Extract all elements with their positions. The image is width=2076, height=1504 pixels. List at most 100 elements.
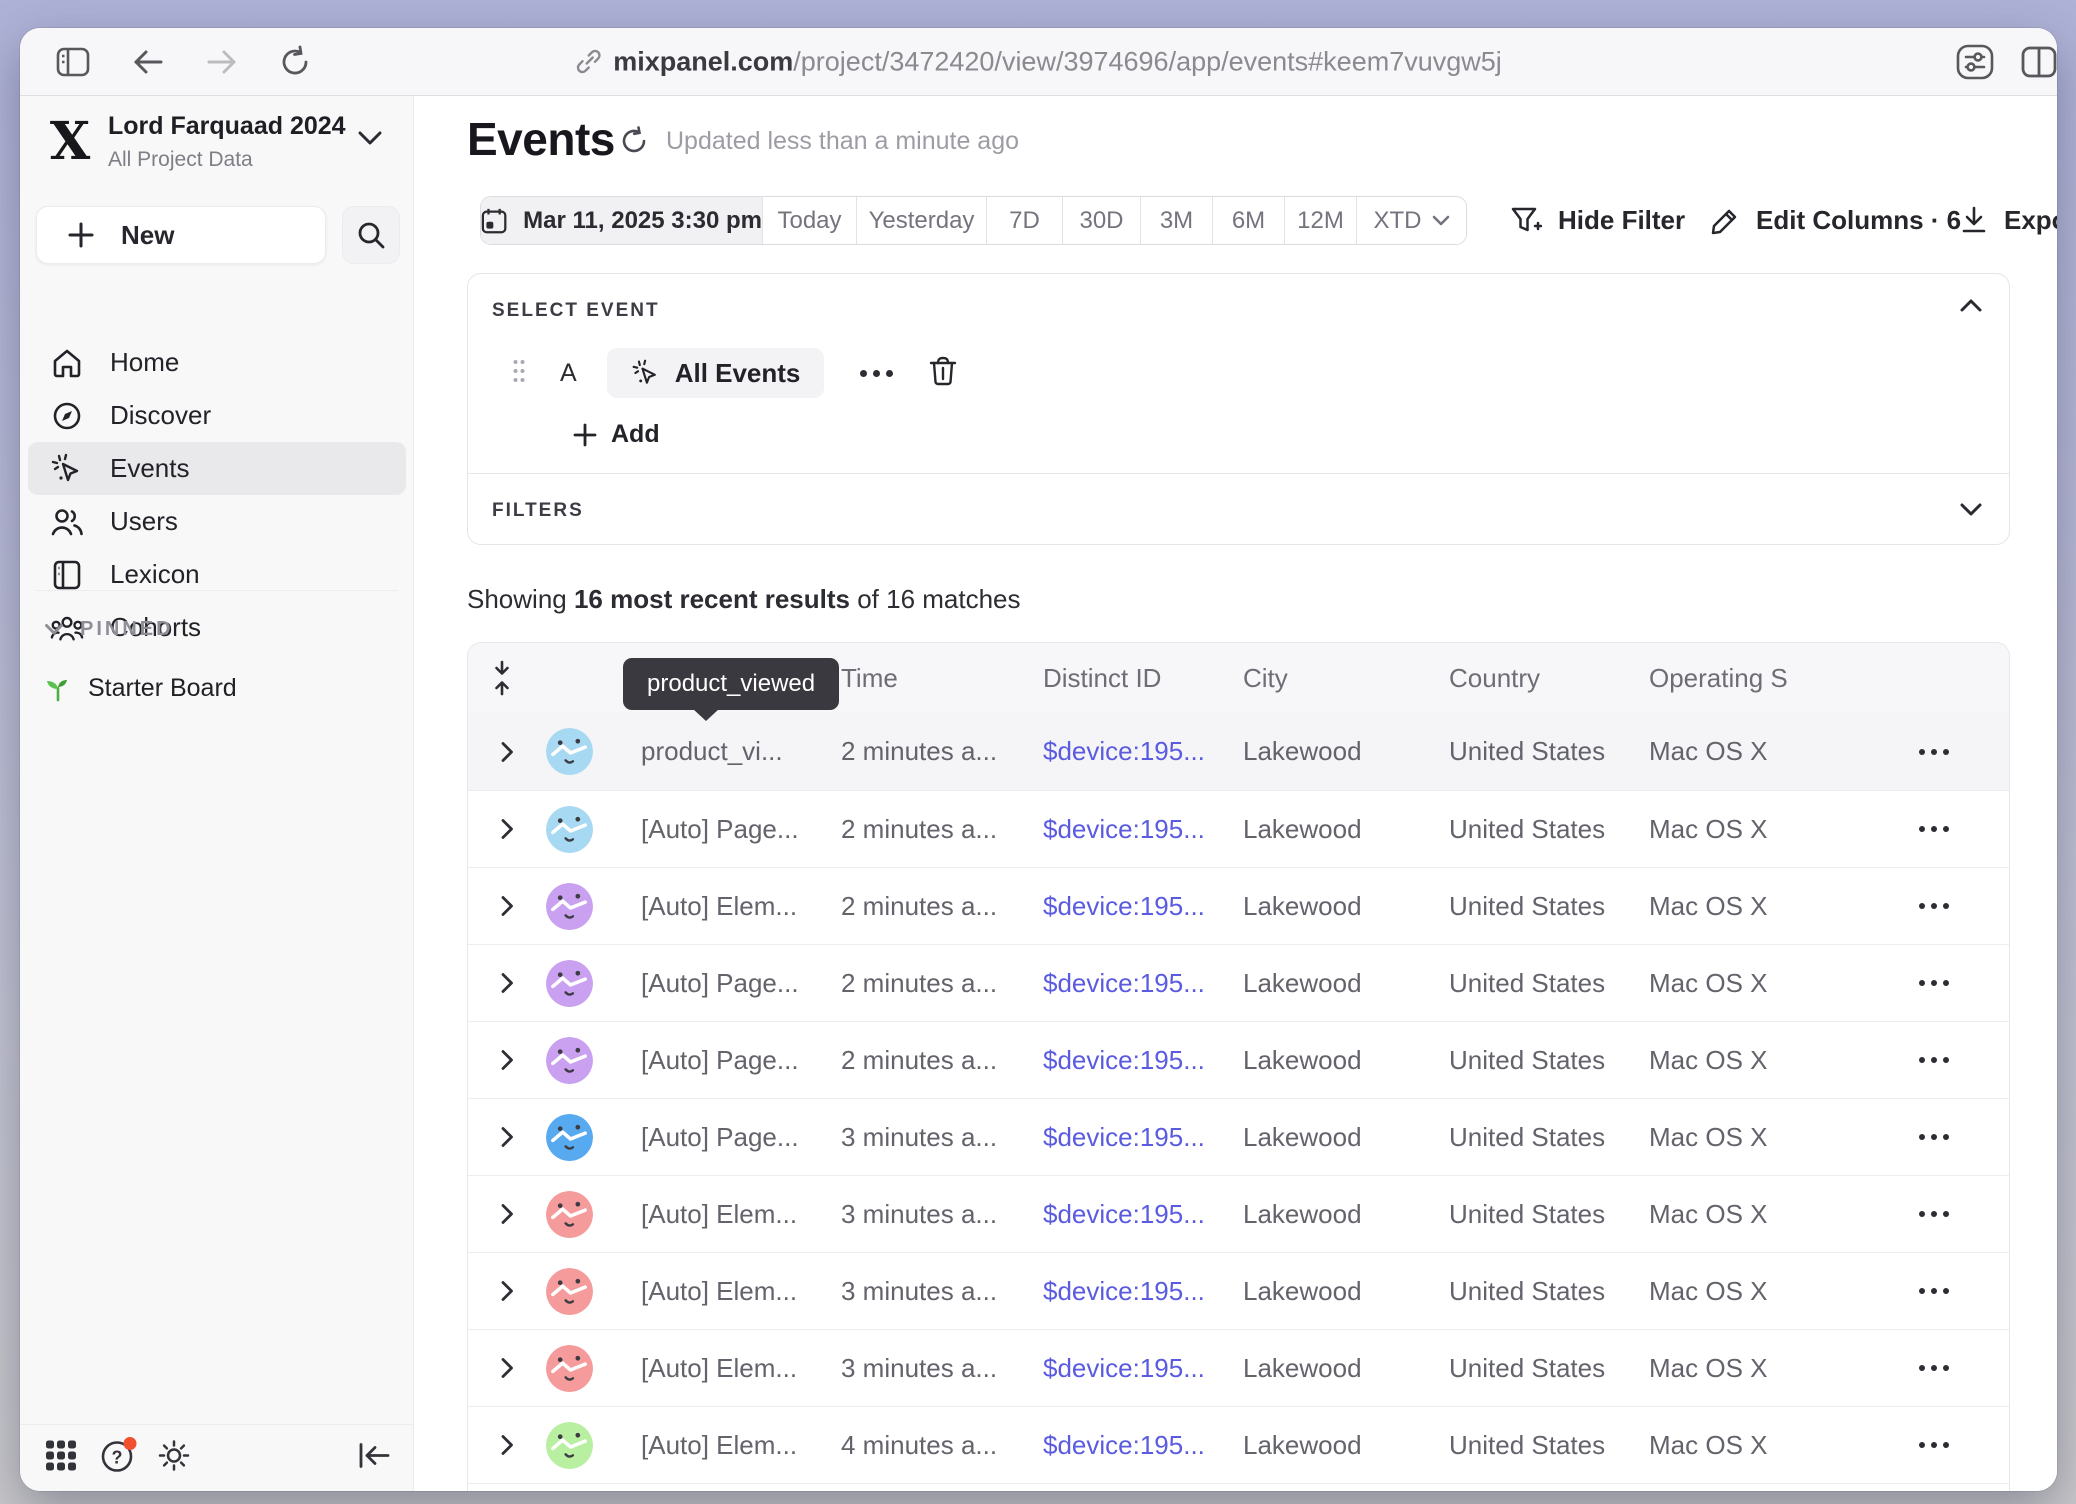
edit-columns-button[interactable]: Edit Columns · 6 xyxy=(1710,196,1961,245)
column-city[interactable]: City xyxy=(1243,663,1449,694)
row-more-options-icon[interactable] xyxy=(1919,826,1949,832)
distinct-id-link[interactable]: $device:195... xyxy=(1043,1122,1243,1153)
sidebar-item-lexicon[interactable]: Lexicon xyxy=(28,548,406,601)
select-event-label: SELECT EVENT xyxy=(492,300,660,322)
table-row[interactable]: [Auto] Elem... 3 minutes a... $device:19… xyxy=(468,1329,2009,1406)
distinct-id-link[interactable]: $device:195... xyxy=(1043,968,1243,999)
event-avatar-icon xyxy=(546,806,593,853)
row-more-options-icon[interactable] xyxy=(1919,749,1949,755)
row-expand-button[interactable] xyxy=(468,895,546,917)
expand-section-icon[interactable] xyxy=(1959,502,1983,522)
refresh-icon[interactable] xyxy=(619,126,649,161)
search-button[interactable] xyxy=(342,206,400,264)
page-settings-icon[interactable] xyxy=(1955,43,1995,81)
distinct-id-link[interactable]: $device:195... xyxy=(1043,736,1243,767)
reload-icon[interactable] xyxy=(278,45,312,79)
time-cell: 3 minutes a... xyxy=(841,1199,1043,1230)
add-label: Add xyxy=(611,420,660,449)
chevron-right-icon xyxy=(500,1434,514,1456)
apps-grid-icon[interactable] xyxy=(44,1439,78,1478)
export-button[interactable]: Export xyxy=(1960,196,2057,245)
row-more-options-icon[interactable] xyxy=(1919,1057,1949,1063)
row-expand-button[interactable] xyxy=(468,1357,546,1379)
distinct-id-link[interactable]: $device:195... xyxy=(1043,1045,1243,1076)
new-button[interactable]: New xyxy=(36,206,326,264)
project-switcher[interactable]: X Lord Farquaad 2024 All Project Data xyxy=(20,96,413,192)
split-view-icon[interactable] xyxy=(2020,45,2057,79)
time-cell: 3 minutes a... xyxy=(841,1122,1043,1153)
range-7d[interactable]: 7D xyxy=(987,197,1063,244)
table-row[interactable]: [Auto] Elem... 4 minutes a... $device:19… xyxy=(468,1483,2009,1491)
range-xtd-dropdown[interactable]: XTD xyxy=(1357,197,1466,244)
range-30d[interactable]: 30D xyxy=(1063,197,1141,244)
back-icon[interactable] xyxy=(132,48,164,76)
table-row[interactable]: [Auto] Page... 2 minutes a... $device:19… xyxy=(468,790,2009,867)
event-more-options-icon[interactable] xyxy=(860,370,893,377)
table-row[interactable]: [Auto] Page... 2 minutes a... $device:19… xyxy=(468,944,2009,1021)
row-more-options-icon[interactable] xyxy=(1919,980,1949,986)
row-expand-button[interactable] xyxy=(468,1434,546,1456)
add-event-button[interactable]: Add xyxy=(573,420,660,449)
row-expand-button[interactable] xyxy=(468,741,546,763)
row-more-options-icon[interactable] xyxy=(1919,1288,1949,1294)
browser-sidebar-toggle-icon[interactable] xyxy=(56,47,90,77)
column-time[interactable]: Time xyxy=(841,663,1043,694)
range-12m[interactable]: 12M xyxy=(1285,197,1357,244)
table-row[interactable]: [Auto] Page... 2 minutes a... $device:19… xyxy=(468,1021,2009,1098)
gear-icon[interactable] xyxy=(156,1438,192,1479)
results-summary: Showing 16 most recent results of 16 mat… xyxy=(467,584,1021,615)
range-6m[interactable]: 6M xyxy=(1213,197,1285,244)
sidebar-item-events[interactable]: Events xyxy=(28,442,406,495)
url-bar[interactable]: mixpanel.com/project/3472420/view/397469… xyxy=(575,46,1502,77)
download-icon xyxy=(1960,206,1988,236)
distinct-id-link[interactable]: $device:195... xyxy=(1043,1276,1243,1307)
table-row[interactable]: [Auto] Page... 3 minutes a... $device:19… xyxy=(468,1098,2009,1175)
range-3m[interactable]: 3M xyxy=(1141,197,1213,244)
trash-icon[interactable] xyxy=(929,356,957,391)
column-country[interactable]: Country xyxy=(1449,663,1649,694)
distinct-id-link[interactable]: $device:195... xyxy=(1043,1430,1243,1461)
os-cell: Mac OS X xyxy=(1649,1430,1859,1461)
distinct-id-link[interactable]: $device:195... xyxy=(1043,1353,1243,1384)
collapse-sidebar-icon[interactable] xyxy=(357,1442,391,1475)
table-row[interactable]: [Auto] Elem... 2 minutes a... $device:19… xyxy=(468,867,2009,944)
row-more-options-icon[interactable] xyxy=(1919,1134,1949,1140)
hide-filter-button[interactable]: Hide Filter xyxy=(1510,196,1685,245)
row-more-options-icon[interactable] xyxy=(1919,1211,1949,1217)
row-expand-button[interactable] xyxy=(468,1126,546,1148)
table-row[interactable]: [Auto] Elem... 4 minutes a... $device:19… xyxy=(468,1406,2009,1483)
event-select-button[interactable]: All Events xyxy=(607,348,825,398)
sidebar-item-home[interactable]: Home xyxy=(28,336,406,389)
browser-toolbar: mixpanel.com/project/3472420/view/397469… xyxy=(20,28,2057,96)
column-os[interactable]: Operating S xyxy=(1649,663,1859,694)
row-expand-button[interactable] xyxy=(468,1203,546,1225)
row-expand-button[interactable] xyxy=(468,1280,546,1302)
row-more-options-icon[interactable] xyxy=(1919,1442,1949,1448)
table-row[interactable]: [Auto] Elem... 3 minutes a... $device:19… xyxy=(468,1175,2009,1252)
range-today[interactable]: Today xyxy=(763,197,857,244)
sidebar-item-discover[interactable]: Discover xyxy=(28,389,406,442)
drag-handle-icon[interactable] xyxy=(512,358,526,389)
row-expand-button[interactable] xyxy=(468,818,546,840)
mixpanel-logo: X xyxy=(44,114,96,170)
distinct-id-link[interactable]: $device:195... xyxy=(1043,814,1243,845)
range-yesterday[interactable]: Yesterday xyxy=(857,197,987,244)
pinned-section-toggle[interactable]: PINNED xyxy=(44,618,174,641)
row-more-options-icon[interactable] xyxy=(1919,903,1949,909)
help-icon[interactable]: ? xyxy=(100,1437,140,1480)
table-row[interactable]: [Auto] Elem... 3 minutes a... $device:19… xyxy=(468,1252,2009,1329)
distinct-id-link[interactable]: $device:195... xyxy=(1043,1199,1243,1230)
column-distinct-id[interactable]: Distinct ID xyxy=(1043,663,1243,694)
forward-icon[interactable] xyxy=(206,48,238,76)
collapse-rows-icon[interactable] xyxy=(468,660,546,696)
row-more-options-icon[interactable] xyxy=(1919,1365,1949,1371)
distinct-id-link[interactable]: $device:195... xyxy=(1043,891,1243,922)
row-expand-button[interactable] xyxy=(468,1049,546,1071)
date-picker-button[interactable]: Mar 11, 2025 3:30 pm xyxy=(481,197,763,244)
collapse-section-icon[interactable] xyxy=(1959,298,1983,318)
sidebar-item-users[interactable]: Users xyxy=(28,495,406,548)
row-expand-button[interactable] xyxy=(468,972,546,994)
table-row[interactable]: product_vi... 2 minutes a... $device:195… xyxy=(468,713,2009,790)
seedling-icon xyxy=(44,675,72,703)
sidebar-item-starter-board[interactable]: Starter Board xyxy=(44,674,237,703)
